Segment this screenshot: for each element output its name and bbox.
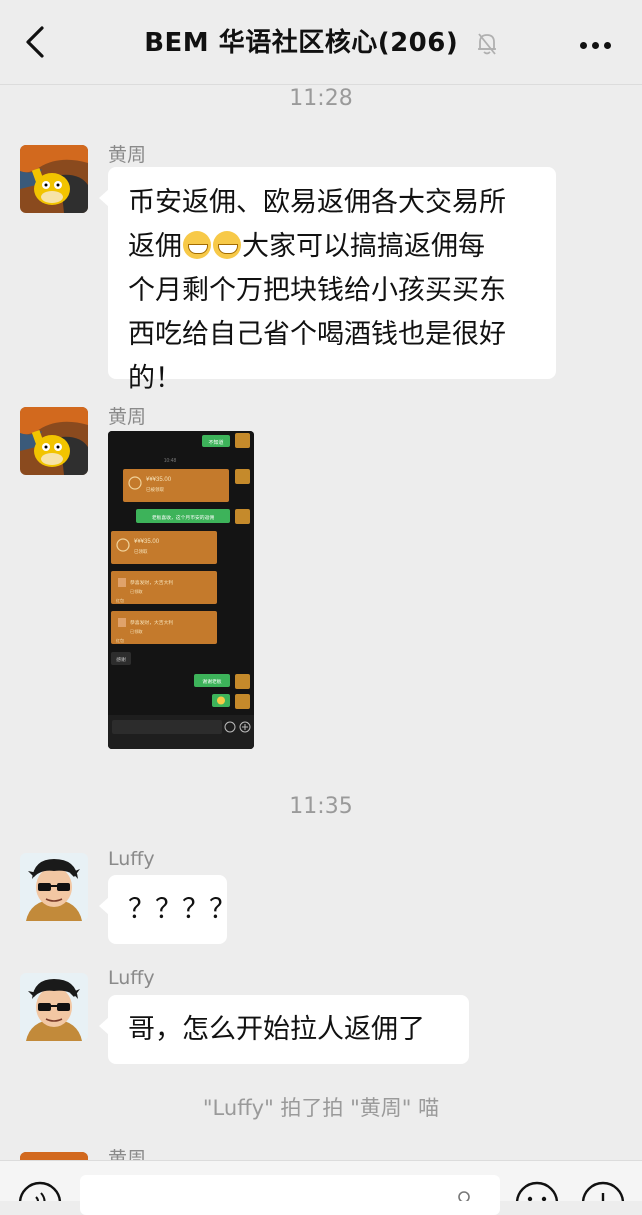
screenshot-text: 红包 <box>116 637 124 643</box>
screenshot-text: 恭喜发财，大吉大利 <box>130 579 173 586</box>
screenshot-text: 老板喜收，这个月币安的返佣 <box>152 514 215 521</box>
image-message[interactable]: 不知道 10:48 ¥¥¥35.00 已被领取 老板喜收，这个月币安的返佣 ¥¥… <box>108 431 254 749</box>
luffy-avatar-image <box>20 973 88 1041</box>
input-bar <box>0 1160 642 1215</box>
grin-emoji-icon <box>213 231 241 259</box>
message-line: 返佣 大家可以搞搞返佣每 <box>128 231 485 262</box>
screenshot-text: 已领取 <box>130 588 143 595</box>
avatar-luffy[interactable] <box>20 853 88 921</box>
screenshot-text: 恭喜发财，大吉大利 <box>130 619 173 626</box>
screenshot-text: 谢谢老板 <box>202 678 221 685</box>
timestamp: 11:28 <box>289 86 353 111</box>
emoji-icon[interactable] <box>514 1181 560 1201</box>
message-line: 西吃给自己省个喝酒钱也是很好 <box>128 319 506 350</box>
sender-name: 黄周 <box>108 406 147 428</box>
screenshot-text: ¥¥¥35.00 <box>146 477 172 483</box>
screenshot-text: ¥¥¥35.00 <box>134 539 160 545</box>
timestamp: 11:35 <box>289 794 353 819</box>
screenshot-text: 已被领取 <box>146 486 164 493</box>
message-line: 的！ <box>128 363 182 394</box>
screenshot-text: 已领取 <box>134 548 148 555</box>
more-dots-icon[interactable] <box>580 34 616 49</box>
grin-emoji-icon <box>183 231 211 259</box>
screenshot-time: 10:48 <box>164 458 177 464</box>
mention-icon <box>458 1191 470 1201</box>
message-text: 哥，怎么开始拉人返佣了 <box>128 1014 425 1045</box>
sender-name: 黄周 <box>108 1148 147 1160</box>
chat-header: BEM 华语社区核心(206) <box>0 0 642 85</box>
bell-off-icon <box>477 32 496 55</box>
avatar-psyduck[interactable] <box>20 407 88 475</box>
message-line: 币安返佣、欧易返佣各大交易所 <box>128 187 506 218</box>
system-message: "Luffy" 拍了拍 "黄周" 喵 <box>202 1096 440 1120</box>
psyduck-avatar-image <box>20 145 88 213</box>
screenshot-text: 不知道 <box>208 439 223 446</box>
chat-title: BEM 华语社区核心(206) <box>144 28 459 58</box>
screenshot-image: 不知道 10:48 ¥¥¥35.00 已被领取 老板喜收，这个月币安的返佣 ¥¥… <box>108 431 254 749</box>
message-bubble[interactable]: 哥，怎么开始拉人返佣了 <box>99 995 469 1064</box>
avatar-psyduck[interactable] <box>20 145 88 213</box>
message-input[interactable] <box>80 1175 500 1215</box>
message-text: ？？？？ <box>128 894 236 925</box>
chat-title-wrap: BEM 华语社区核心(206) <box>0 22 642 59</box>
screenshot-text: 已领取 <box>130 628 143 635</box>
voice-icon[interactable] <box>18 1181 62 1201</box>
sender-name: Luffy <box>108 967 155 989</box>
luffy-avatar-image <box>20 853 88 921</box>
screenshot-text: 感谢 <box>116 656 126 663</box>
sender-name: 黄周 <box>108 144 147 166</box>
sender-name: Luffy <box>108 848 155 870</box>
psyduck-avatar-image <box>20 407 88 475</box>
avatar-luffy[interactable] <box>20 973 88 1041</box>
screenshot-text: 红包 <box>116 597 124 603</box>
plus-icon[interactable] <box>580 1181 626 1201</box>
message-bubble[interactable]: 币安返佣、欧易返佣各大交易所 返佣 大家可以搞搞返佣每 个月剩个万把块钱给小孩买买… <box>99 167 556 394</box>
message-line: 个月剩个万把块钱给小孩买买东 <box>128 275 506 306</box>
message-bubble[interactable]: ？？？？ <box>99 875 236 944</box>
